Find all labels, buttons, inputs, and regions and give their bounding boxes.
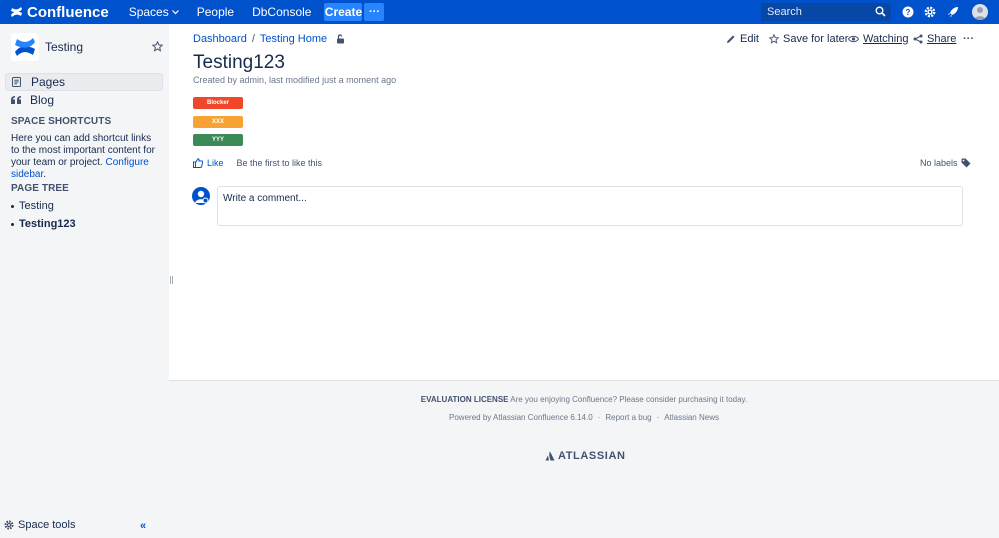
sidebar-item-label: Pages (31, 75, 66, 89)
nav-people-link[interactable]: People (197, 5, 234, 19)
save-for-later-label: Save for later (783, 33, 849, 45)
atlassian-news-link[interactable]: Atlassian News (664, 413, 719, 422)
create-button[interactable]: Create (324, 3, 363, 21)
breadcrumb: Dashboard / Testing Home (193, 33, 345, 45)
byline-time-link[interactable]: just a moment ago (322, 75, 396, 85)
share-icon (913, 34, 923, 44)
space-header[interactable]: Testing (11, 33, 83, 61)
tree-item-label: Testing123 (19, 218, 76, 230)
search-input[interactable]: Search (761, 3, 891, 21)
space-tools-button[interactable]: Space tools (4, 519, 75, 531)
nav-spaces-menu[interactable]: Spaces (129, 5, 179, 19)
like-button[interactable]: Like (193, 158, 224, 168)
bullet-icon (11, 222, 14, 226)
footer-separator: · (597, 413, 601, 422)
space-logo (11, 33, 39, 61)
footer-separator: · (656, 413, 660, 422)
space-sidebar: Testing Pages Blog SPACE SHORTCUTS Here … (0, 24, 169, 538)
footer-links: Powered by Atlassian Confluence 6.14.0 · R… (169, 413, 999, 422)
brand-name: Confluence (27, 3, 109, 21)
tag-icon[interactable] (961, 158, 971, 168)
settings-gear-icon[interactable] (923, 5, 937, 19)
star-icon (769, 34, 779, 44)
status-lozenge-yyy: YYY (193, 134, 243, 146)
license-notice: EVALUATION LICENSE Are you enjoying Conf… (169, 395, 999, 404)
page-byline: Created by admin, last modified just a m… (193, 75, 396, 85)
pages-icon (12, 77, 22, 87)
page-tree-heading: PAGE TREE (11, 183, 69, 194)
labels-section: No labels (920, 158, 971, 168)
nav-dbconsole-link[interactable]: DbConsole (252, 5, 311, 19)
sidebar-item-blog[interactable]: Blog (5, 91, 163, 109)
search-icon (875, 6, 886, 20)
no-labels-text: No labels (920, 158, 958, 168)
breadcrumb-separator: / (251, 33, 255, 45)
sidebar-item-pages[interactable]: Pages (5, 73, 163, 91)
nav-spaces-label: Spaces (128, 5, 169, 19)
top-navigation: Confluence Spaces People DbConsole Creat… (0, 0, 999, 24)
comment-input[interactable]: Write a comment... (217, 186, 963, 226)
star-icon[interactable] (151, 40, 164, 55)
quote-icon (11, 96, 21, 104)
space-tools-label: Space tools (18, 519, 76, 531)
license-label: EVALUATION LICENSE (420, 395, 509, 404)
sidebar-item-label: Blog (30, 93, 55, 107)
sidebar-resize-handle[interactable] (170, 276, 173, 284)
powered-by-link[interactable]: Powered by Atlassian Confluence 6.14.0 (449, 413, 593, 422)
chevron-down-icon (171, 8, 179, 17)
comment-placeholder: Write a comment... (223, 193, 307, 204)
gear-icon (4, 520, 14, 530)
license-text: Are you enjoying Confluence? Please cons… (508, 395, 748, 404)
shortcuts-suffix: . (43, 169, 47, 180)
tree-item-testing[interactable]: Testing (11, 200, 54, 212)
like-label: Like (207, 158, 224, 168)
watching-label: Watching (863, 33, 909, 45)
byline-prefix: Created by (193, 75, 240, 85)
tree-item-label: Testing (19, 200, 54, 212)
notifications-rocket-icon[interactable] (946, 5, 960, 19)
atlassian-logo[interactable]: ATLASSIAN (545, 450, 626, 462)
more-actions-button[interactable]: ··· (963, 33, 974, 45)
atlassian-logo-icon (545, 451, 555, 461)
space-shortcuts-heading: SPACE SHORTCUTS (11, 116, 112, 127)
unlock-icon[interactable] (336, 34, 345, 44)
commenter-avatar (192, 187, 210, 205)
thumbs-up-icon (193, 158, 203, 168)
breadcrumb-testing-home[interactable]: Testing Home (260, 33, 327, 45)
page-title: Testing123 (193, 52, 285, 73)
status-lozenge-blocker: Blocker (193, 97, 243, 109)
page-footer: EVALUATION LICENSE Are you enjoying Conf… (169, 380, 999, 538)
user-avatar[interactable] (972, 4, 988, 20)
edit-button[interactable]: Edit (726, 33, 759, 45)
create-more-button[interactable]: ··· (364, 3, 385, 21)
tree-item-testing123[interactable]: Testing123 (11, 218, 76, 230)
save-for-later-button[interactable]: Save for later (769, 33, 848, 45)
shortcuts-description: Here you can add shortcut links to the m… (11, 133, 156, 181)
atlassian-wordmark: ATLASSIAN (558, 450, 626, 462)
byline-middle: , last modified (264, 75, 323, 85)
report-bug-link[interactable]: Report a bug (605, 413, 651, 422)
watching-button[interactable]: Watching (848, 33, 908, 45)
share-label: Share (927, 33, 957, 45)
share-button[interactable]: Share (913, 33, 956, 45)
help-icon[interactable]: ? (901, 5, 915, 19)
pencil-icon (726, 34, 736, 44)
likes-summary: Be the first to like this (236, 158, 323, 168)
breadcrumb-dashboard[interactable]: Dashboard (193, 33, 247, 45)
svg-text:?: ? (906, 8, 911, 17)
space-name: Testing (45, 40, 84, 54)
edit-label: Edit (740, 33, 759, 45)
status-lozenge-xxx: XXX (193, 116, 243, 128)
bullet-icon (11, 204, 14, 208)
collapse-sidebar-button[interactable]: « (140, 520, 146, 532)
confluence-logo[interactable]: Confluence (10, 4, 109, 21)
likes-section: Like Be the first to like this (193, 158, 322, 168)
eye-icon (848, 35, 859, 43)
byline-author-link[interactable]: admin (240, 75, 265, 85)
search-placeholder: Search (767, 6, 802, 18)
confluence-logo-icon (11, 7, 22, 17)
